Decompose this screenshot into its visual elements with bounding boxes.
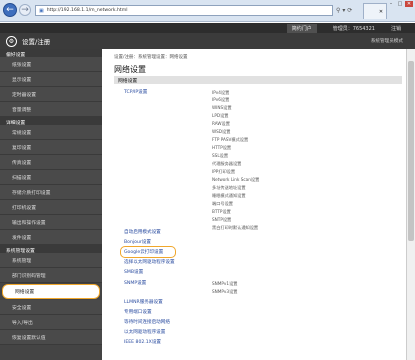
sidebar-item-output[interactable]: 输出和操作设置	[0, 215, 102, 230]
bonjour-link[interactable]: Bonjour设置	[124, 239, 151, 245]
mode-label: 系统管理员模式	[370, 39, 403, 44]
dropdown-icon[interactable]: ▾	[342, 7, 345, 14]
sub-item[interactable]: 端口号设置	[212, 201, 233, 207]
tab-close-icon[interactable]: ✕	[379, 9, 383, 15]
sidebar-item-display[interactable]: 显示设置	[0, 72, 102, 87]
sidebar-item-reset[interactable]: 恢复设置默认值	[0, 330, 102, 345]
sidebar-item-system[interactable]: 系统管理	[0, 253, 102, 268]
browser-tab[interactable]: ✕	[363, 3, 387, 19]
sidebar-item-import-export[interactable]: 导入/导出	[0, 315, 102, 330]
sub-item[interactable]: 睡眠模式通知设置	[212, 193, 246, 199]
sidebar-item-media-print[interactable]: 存储介质打印设置	[0, 185, 102, 200]
sub-item[interactable]: SNMPv3设置	[212, 289, 237, 295]
page-icon: ▣	[39, 7, 44, 14]
ethernet-settings-link[interactable]: 以太网驱动程序设置	[124, 329, 165, 335]
scrollbar-thumb[interactable]	[408, 61, 414, 241]
sub-item[interactable]: IPv6设置	[212, 97, 229, 103]
window-controls: – □ ✕	[387, 1, 413, 7]
address-controls: ⚲ ▾ ⟳	[336, 5, 360, 16]
auto-mode-link[interactable]: 自动启用模式设置	[124, 229, 161, 235]
sub-item[interactable]: 多址传送地址设置	[212, 185, 246, 191]
ieee8021x-link[interactable]: IEEE 802.1X设置	[124, 339, 161, 345]
user-label: 管理员：7654321	[332, 25, 375, 32]
page-title: 网络设置	[114, 65, 146, 74]
ethernet-driver-link[interactable]: 选择以太网驱动程序设置	[124, 259, 175, 265]
sidebar-item-volume[interactable]: 音量调整	[0, 102, 102, 117]
sub-item[interactable]: BTTP设置	[212, 209, 231, 215]
main-content: 设置/注册：系统管理设置：网络设置 网络设置 网络设置 TCP/IP设置 IPv…	[102, 49, 415, 360]
sub-item[interactable]: FTP PASV模式设置	[212, 137, 248, 143]
sidebar-section-title: 系统管理设置	[0, 245, 102, 254]
sub-item[interactable]: WSD设置	[212, 129, 230, 135]
sub-item[interactable]: 黑白打印时默认通知设置	[212, 225, 258, 231]
sidebar-item-security[interactable]: 安全设置	[0, 300, 102, 315]
breadcrumb: 设置/注册：系统管理设置：网络设置	[114, 55, 188, 60]
sidebar-item-printer[interactable]: 打印机设置	[0, 200, 102, 215]
sidebar-item-general[interactable]: 常规设置	[0, 125, 102, 140]
close-icon[interactable]: ✕	[405, 1, 413, 7]
settings-icon: ⚙	[6, 35, 17, 47]
sidebar-section-title: 偏好设置	[0, 49, 102, 58]
sidebar-item-dept-id[interactable]: 部门识别码管理	[0, 268, 102, 283]
browser-chrome: ← → ▣ http://192.168.1.1/m_network.html …	[0, 0, 415, 22]
maximize-icon[interactable]: □	[396, 1, 404, 7]
sidebar-item-copy[interactable]: 复印设置	[0, 140, 102, 155]
tcpip-link[interactable]: TCP/IP设置	[124, 89, 147, 95]
arrow-right-icon: →	[21, 5, 29, 15]
sidebar: 偏好设置 纸张设置 显示设置 定时器设置 音量调整 详细设置 常规设置 复印设置…	[0, 49, 102, 360]
llmnr-link[interactable]: LLMNR服务器设置	[124, 299, 163, 305]
address-bar[interactable]: ▣ http://192.168.1.1/m_network.html	[35, 5, 333, 16]
wait-time-link[interactable]: 等待时间连接启动网络	[124, 319, 170, 325]
sub-item[interactable]: SNTP设置	[212, 217, 231, 223]
sub-item[interactable]: IPP打印设置	[212, 169, 235, 175]
forward-button[interactable]: →	[19, 4, 31, 16]
sidebar-item-send[interactable]: 发件设置	[0, 230, 102, 245]
sub-item[interactable]: LPD设置	[212, 113, 228, 119]
dedicated-port-link[interactable]: 专用端口设置	[124, 309, 152, 315]
highlight-ring	[120, 246, 176, 258]
sub-item[interactable]: HTTP设置	[212, 145, 231, 151]
url-text: http://192.168.1.1/m_network.html	[46, 8, 128, 13]
sub-item[interactable]: Network Link Scan设置	[212, 177, 259, 183]
sub-item[interactable]: 代理服务器设置	[212, 161, 241, 167]
sub-item[interactable]: IPv4设置	[212, 90, 229, 96]
sidebar-section-title: 详细设置	[0, 117, 102, 126]
refresh-icon[interactable]: ⟳	[347, 7, 352, 14]
app-header: ⚙ 设置/注册 系统管理员模式	[0, 33, 415, 49]
section-header: 网络设置	[114, 76, 402, 84]
back-button[interactable]: ←	[3, 3, 17, 17]
sidebar-item-scan[interactable]: 扫描设置	[0, 170, 102, 185]
sub-item[interactable]: WINS设置	[212, 105, 232, 111]
snmp-link[interactable]: SNMP设置	[124, 280, 146, 286]
search-icon[interactable]: ⚲	[336, 7, 340, 14]
sidebar-item-fax[interactable]: 传真设置	[0, 155, 102, 170]
portal-link[interactable]: 简约门户	[286, 23, 317, 33]
arrow-left-icon: ←	[6, 5, 14, 15]
smb-link[interactable]: SMB设置	[124, 269, 143, 275]
sidebar-item-timer[interactable]: 定时器设置	[0, 87, 102, 102]
app-title: 设置/注册	[22, 38, 51, 46]
sub-item[interactable]: SSL设置	[212, 153, 228, 159]
sub-item[interactable]: RAW设置	[212, 121, 230, 127]
logout-link[interactable]: 注销	[391, 25, 401, 32]
sidebar-item-network[interactable]: 网络设置	[2, 284, 100, 299]
scrollbar[interactable]	[406, 49, 415, 360]
minimize-icon[interactable]: –	[387, 1, 395, 7]
sidebar-item-paper[interactable]: 纸张设置	[0, 57, 102, 72]
sub-item[interactable]: SNMPv1设置	[212, 281, 237, 287]
top-bar: 简约门户 管理员：7654321 注销	[0, 23, 415, 33]
